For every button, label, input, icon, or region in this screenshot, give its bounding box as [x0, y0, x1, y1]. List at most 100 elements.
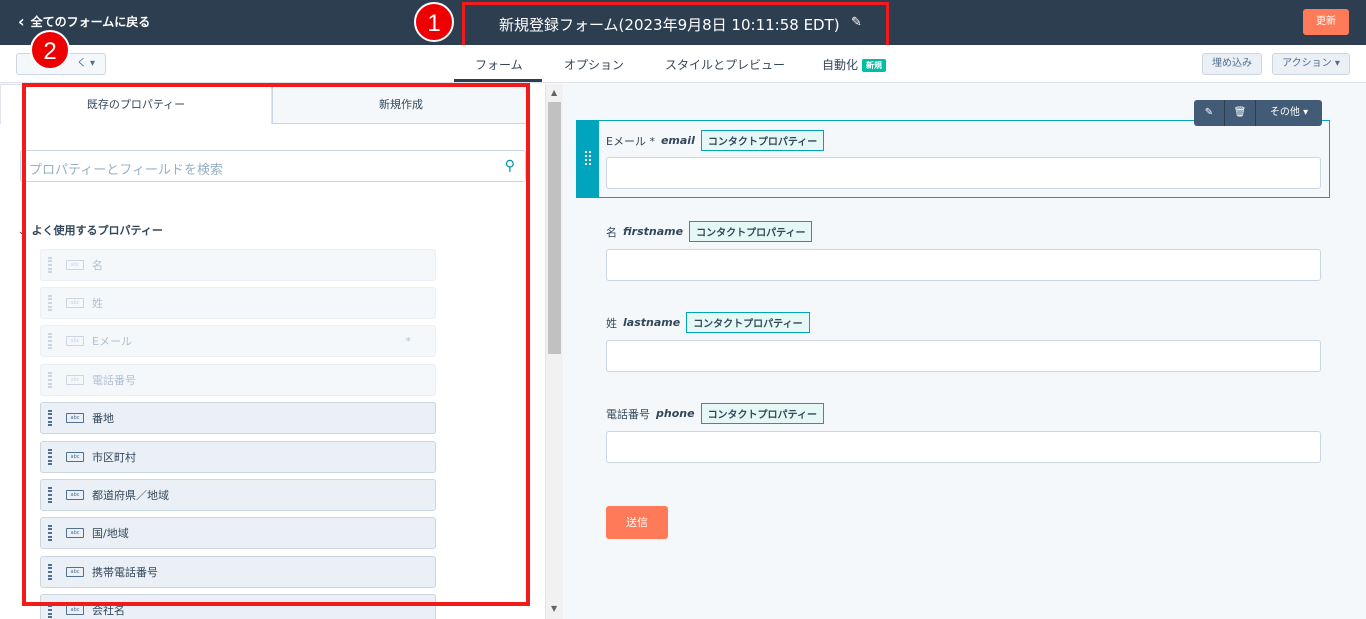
property-label: 国/地域	[92, 527, 129, 540]
field-label-text: Eメール *	[606, 134, 655, 148]
text-field-icon: abc	[66, 528, 84, 538]
drag-handle-icon[interactable]	[48, 602, 52, 618]
drag-handle-icon[interactable]	[48, 449, 52, 465]
new-badge: 新規	[862, 59, 887, 72]
form-title[interactable]: 新規登録フォーム(2023年9月8日 10:11:58 EDT)	[499, 14, 840, 35]
field-label-email: Eメール * email コンタクトプロパティー	[606, 130, 825, 151]
property-item-address[interactable]: abc 番地	[40, 402, 436, 434]
field-label-firstname: 名 firstname コンタクトプロパティー	[606, 221, 813, 242]
tab-style-preview[interactable]: スタイルとプレビュー	[665, 56, 785, 73]
lastname-input[interactable]	[606, 340, 1321, 372]
property-item-firstname: abc 名	[40, 249, 436, 281]
text-field-icon: abc	[66, 413, 84, 423]
tab-form[interactable]: フォーム	[475, 56, 523, 73]
property-search-input[interactable]: プロパティーとフィールドを検索 ⚲	[20, 150, 526, 182]
drag-handle-icon	[48, 333, 52, 349]
back-to-forms-label: 全てのフォームに戻る	[30, 15, 151, 29]
drag-handle-icon[interactable]	[48, 564, 52, 580]
back-dropdown-label: く	[76, 58, 87, 69]
property-item-email: abc Eメール *	[40, 325, 436, 357]
scroll-thumb[interactable]	[548, 102, 561, 354]
drag-handle[interactable]	[577, 121, 599, 197]
scroll-up-icon[interactable]: ▲	[551, 88, 557, 97]
firstname-input[interactable]	[606, 249, 1321, 281]
sub-navigation: く ▾ フォーム オプション スタイルとプレビュー 自動化 新規 埋め込み アクシ…	[0, 45, 1366, 83]
property-item-mobile[interactable]: abc 携帯電話番号	[40, 556, 436, 588]
scroll-down-icon[interactable]: ▼	[551, 604, 557, 613]
search-placeholder: プロパティーとフィールドを検索	[29, 163, 223, 178]
property-item-country[interactable]: abc 国/地域	[40, 517, 436, 549]
actions-dropdown-button[interactable]: アクション ▾	[1272, 53, 1350, 75]
back-to-forms-link[interactable]: ‹ 全てのフォームに戻る	[18, 13, 150, 30]
field-label-text: 名	[606, 225, 617, 239]
drag-handle-icon	[48, 295, 52, 311]
field-internal-name: firstname	[623, 225, 684, 238]
property-label: 携帯電話番号	[92, 566, 158, 579]
contact-property-badge: コンタクトプロパティー	[689, 221, 813, 242]
text-field-icon: abc	[66, 375, 84, 385]
text-field-icon: abc	[66, 336, 84, 346]
delete-field-icon[interactable]: 🗑	[1225, 100, 1256, 126]
contact-property-badge: コンタクトプロパティー	[700, 403, 824, 424]
text-field-icon: abc	[66, 260, 84, 270]
field-label-phone: 電話番号 phone コンタクトプロパティー	[606, 403, 824, 424]
section-title: よく使用するプロパティー	[31, 224, 163, 237]
more-dropdown-button[interactable]: その他 ▾	[1256, 100, 1322, 126]
annotation-badge-1: 1	[414, 2, 454, 42]
edit-title-icon[interactable]: ✎	[851, 15, 862, 30]
drag-handle-icon[interactable]	[48, 410, 52, 426]
chevron-down-icon: ⌄	[18, 227, 26, 237]
contact-property-badge: コンタクトプロパティー	[686, 312, 810, 333]
update-button[interactable]: 更新	[1303, 9, 1349, 35]
top-bar: ‹ 全てのフォームに戻る 新規登録フォーム(2023年9月8日 10:11:58…	[0, 0, 1366, 52]
phone-input[interactable]	[606, 431, 1321, 463]
text-field-icon: abc	[66, 605, 84, 615]
contact-property-badge: コンタクトプロパティー	[700, 130, 825, 151]
chevron-left-icon: ‹	[18, 11, 25, 31]
field-internal-name: phone	[656, 407, 695, 420]
annotation-badge-2: 2	[30, 30, 70, 70]
field-label-text: 電話番号	[606, 407, 650, 421]
property-item-company[interactable]: abc 会社名	[40, 594, 436, 619]
text-field-icon: abc	[66, 567, 84, 577]
required-marker: *	[405, 334, 412, 348]
field-label-lastname: 姓 lastname コンタクトプロパティー	[606, 312, 810, 333]
field-internal-name: lastname	[623, 316, 681, 329]
common-properties-header[interactable]: ⌄ よく使用するプロパティー	[18, 222, 163, 238]
properties-panel: 既存のプロパティー 新規作成 プロパティーとフィールドを検索 ⚲ ⌄ よく使用する…	[0, 84, 545, 619]
more-label: その他	[1269, 107, 1300, 118]
property-label: 番地	[92, 412, 114, 425]
property-label: 電話番号	[92, 374, 136, 387]
property-item-lastname: abc 姓	[40, 287, 436, 319]
embed-button[interactable]: 埋め込み	[1202, 53, 1262, 75]
property-label: 名	[92, 259, 103, 272]
tab-options[interactable]: オプション	[564, 56, 624, 73]
actions-label: アクション	[1282, 58, 1332, 69]
property-item-city[interactable]: abc 市区町村	[40, 441, 436, 473]
tab-create-new[interactable]: 新規作成	[272, 84, 530, 124]
tab-automation[interactable]: 自動化 新規	[822, 56, 887, 73]
email-input[interactable]	[606, 157, 1321, 189]
drag-handle-icon	[48, 372, 52, 388]
property-label: 都道府県／地域	[92, 489, 169, 502]
field-toolbar: ✎ 🗑 その他 ▾	[1194, 100, 1322, 126]
search-icon[interactable]: ⚲	[505, 158, 515, 174]
edit-field-icon[interactable]: ✎	[1194, 100, 1225, 126]
property-item-phone: abc 電話番号	[40, 364, 436, 396]
property-item-state[interactable]: abc 都道府県／地域	[40, 479, 436, 511]
property-label: Eメール	[92, 335, 132, 348]
active-tab-indicator	[454, 79, 542, 82]
drag-handle-icon[interactable]	[48, 525, 52, 541]
drag-handle-icon	[48, 257, 52, 273]
tab-automation-label: 自動化	[822, 58, 859, 72]
text-field-icon: abc	[66, 490, 84, 500]
property-label: 会社名	[92, 604, 125, 617]
submit-button[interactable]: 送信	[606, 506, 668, 539]
drag-handle-icon[interactable]	[48, 487, 52, 503]
drag-dots-icon	[585, 151, 591, 165]
field-label-text: 姓	[606, 316, 617, 330]
tab-existing-properties[interactable]: 既存のプロパティー	[0, 84, 272, 124]
text-field-icon: abc	[66, 298, 84, 308]
panel-scrollbar[interactable]: ▲ ▼	[545, 84, 563, 619]
text-field-icon: abc	[66, 452, 84, 462]
